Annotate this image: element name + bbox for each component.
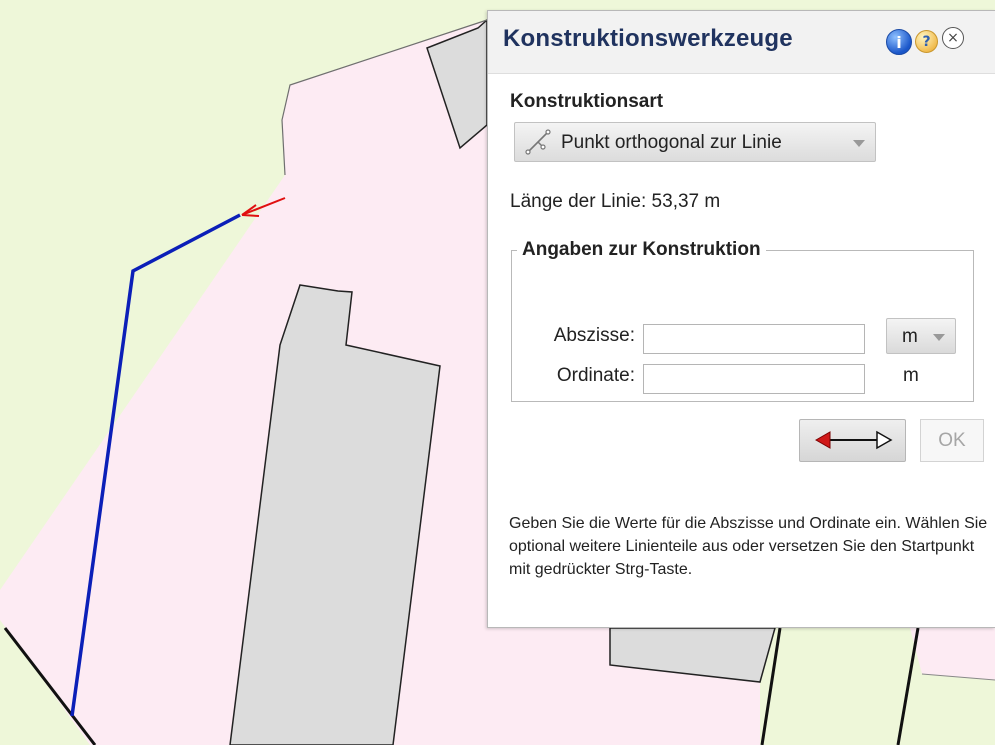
ordinate-unit: m	[903, 365, 919, 386]
panel-title: Konstruktionswerkzeuge	[503, 25, 793, 52]
construction-type-value: Punkt orthogonal zur Linie	[561, 132, 782, 153]
construction-tools-panel: Konstruktionswerkzeuge i ? × Konstruktio…	[487, 10, 995, 628]
double-arrow-icon	[814, 430, 893, 450]
panel-header: Konstruktionswerkzeuge i ? ×	[488, 11, 995, 74]
close-icon[interactable]: ×	[942, 27, 964, 49]
abszisse-unit-value: m	[902, 326, 918, 347]
construction-details-legend: Angaben zur Konstruktion	[522, 239, 761, 260]
orthogonal-point-icon	[525, 129, 551, 155]
chevron-down-icon	[933, 334, 945, 341]
switch-direction-button[interactable]	[799, 419, 906, 462]
construction-details-group: Angaben zur Konstruktion Abszisse: m Ord…	[511, 239, 974, 402]
abszisse-input[interactable]	[643, 324, 865, 354]
abszisse-unit-select[interactable]: m	[886, 318, 956, 354]
chevron-down-icon	[853, 140, 865, 147]
abszisse-label: Abszisse:	[553, 325, 635, 346]
help-icon[interactable]: ?	[915, 30, 938, 53]
parcel-area-right	[910, 628, 995, 680]
ordinate-label: Ordinate:	[556, 365, 635, 386]
info-icon[interactable]: i	[886, 29, 912, 55]
help-text: Geben Sie die Werte für die Abszisse und…	[509, 515, 988, 578]
construction-type-select[interactable]: Punkt orthogonal zur Linie	[514, 122, 876, 162]
ordinate-input[interactable]	[643, 364, 865, 394]
construction-type-label: Konstruktionsart	[510, 91, 664, 112]
line-length-text: Länge der Linie: 53,37 m	[510, 191, 721, 212]
ok-button[interactable]: OK	[920, 419, 984, 462]
